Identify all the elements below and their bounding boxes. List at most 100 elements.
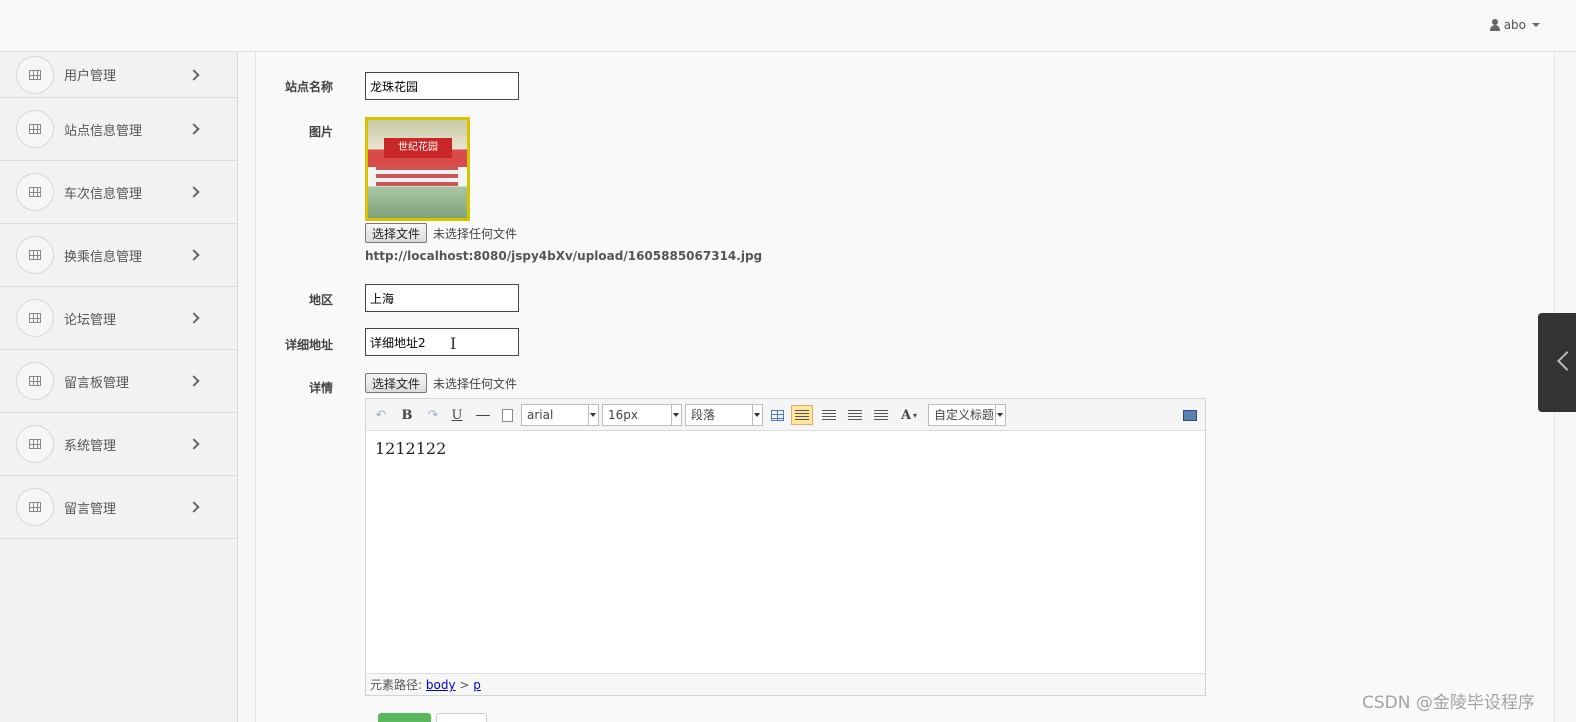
sidebar-icon-wrap [16,488,54,526]
submit-button[interactable] [378,713,431,722]
hr-line [476,414,490,416]
sidebar-icon-wrap [16,362,54,400]
sidebar-item-messages[interactable]: 留言管理 [0,476,237,539]
sidebar-item-user-management[interactable]: 用户管理 [0,52,237,98]
sidebar-item-label: 用户管理 [64,69,117,84]
caret-down-icon [997,413,1003,417]
select-divider [995,405,996,425]
chevron-right-icon [188,438,200,450]
table-icon [29,250,41,260]
image-url: http://localhost:8080/jspy4bXv/upload/16… [365,249,763,263]
region-input[interactable] [365,284,519,312]
user-icon [1489,19,1500,31]
preview-shape [1183,409,1197,421]
chevron-right-icon [188,249,200,261]
sidebar-item-forum[interactable]: 论坛管理 [0,287,237,350]
sidebar-item-label: 论坛管理 [64,312,117,328]
path-body-link[interactable]: body [426,678,456,692]
sidebar-item-label: 留言管理 [64,501,117,517]
sidebar-item-train-info[interactable]: 车次信息管理 [0,161,237,224]
font-color-icon[interactable]: A ▾ [896,405,922,425]
bold-icon[interactable]: B [398,405,416,425]
editor-content[interactable]: 1212122 [375,439,446,458]
sidebar-item-label: 换乘信息管理 [64,249,143,265]
image-label: 图片 [308,125,333,139]
chevron-left-icon [1557,351,1576,371]
lines-shape [822,409,836,421]
thumbnail-sign-text: 世纪花园 [384,138,452,158]
font-family-value: arial [527,408,554,422]
station-image-thumbnail: 世纪花园 [365,117,470,221]
preview-icon[interactable] [1181,405,1199,425]
reset-button[interactable] [436,713,487,722]
chevron-right-icon [188,68,200,81]
details-file-row: 选择文件 未选择任何文件 [365,373,517,393]
sidebar-item-station-info[interactable]: 站点信息管理 [0,98,237,161]
select-divider [752,405,753,425]
sidebar: 用户管理 站点信息管理 车次信息管理 换乘信息管理 论坛管理 留言板管理 系统管… [0,52,238,722]
table-icon [29,376,41,386]
sidebar-item-label: 车次信息管理 [64,186,143,202]
choose-image-file-button[interactable]: 选择文件 [365,223,428,243]
align-justify-icon[interactable] [870,405,892,425]
table-icon [29,124,41,134]
align-left-icon[interactable] [791,405,813,425]
paragraph-value: 段落 [691,408,716,422]
top-navbar: abo [0,0,1576,52]
align-center-icon[interactable] [844,405,866,425]
sidebar-item-label: 站点信息管理 [64,123,143,139]
font-size-value: 16px [608,408,638,422]
image-file-row: 选择文件 未选择任何文件 [365,223,517,243]
sidebar-item-label: 系统管理 [64,438,117,454]
select-divider [588,405,589,425]
table-icon [29,439,41,449]
table-icon [29,187,41,197]
sidebar-item-message-board[interactable]: 留言板管理 [0,350,237,413]
paragraph-select[interactable]: 段落 [685,404,763,426]
new-page-icon[interactable] [498,405,516,425]
chevron-right-icon [188,186,200,198]
table-icon [29,69,41,80]
details-label: 详情 [308,381,333,395]
sidebar-icon-wrap [16,425,54,463]
align-right-icon[interactable] [818,405,840,425]
station-name-input[interactable] [365,72,519,100]
details-no-file-text: 未选择任何文件 [433,376,518,391]
lines-shape [795,409,809,421]
no-file-text: 未选择任何文件 [433,226,518,241]
caret-down-icon [754,413,760,417]
font-size-select[interactable]: 16px [602,404,682,426]
region-label: 地区 [308,293,333,307]
select-divider [671,405,672,425]
undo-icon[interactable]: ↶ [372,405,390,425]
chevron-right-icon [188,123,200,135]
custom-title-value: 自定义标题 [934,408,995,422]
side-panel-toggle[interactable] [1538,313,1576,412]
user-menu[interactable]: abo [1489,18,1540,32]
sidebar-icon-wrap [16,55,54,94]
path-p-link[interactable]: p [473,678,481,692]
page-shape [501,408,513,422]
font-family-select[interactable]: arial [521,404,599,426]
sidebar-item-system[interactable]: 系统管理 [0,413,237,476]
insert-table-icon[interactable] [768,405,786,425]
custom-title-select[interactable]: 自定义标题 [928,404,1006,426]
caret-down-icon [673,413,679,417]
rich-text-editor: ↶ B ↷ U arial 16px 段落 A ▾ 自定义标题 1212122 … [365,398,1206,696]
sidebar-icon-wrap [16,173,54,211]
sidebar-icon-wrap [16,236,54,274]
station-name-label: 站点名称 [284,80,333,94]
table-icon [29,502,41,512]
lines-shape [848,409,862,421]
sidebar-item-transfer-info[interactable]: 换乘信息管理 [0,224,237,287]
choose-details-file-button[interactable]: 选择文件 [365,373,428,393]
editor-toolbar: ↶ B ↷ U arial 16px 段落 A ▾ 自定义标题 [366,399,1205,431]
chevron-right-icon [188,375,200,387]
underline-icon[interactable]: U [448,405,466,425]
horizontal-rule-icon[interactable] [474,405,492,425]
table-icon [29,313,41,323]
redo-icon[interactable]: ↷ [424,405,442,425]
address-input[interactable] [365,328,519,356]
thumbnail-decoration [376,166,458,170]
element-path-label: 元素路径: [370,678,423,692]
